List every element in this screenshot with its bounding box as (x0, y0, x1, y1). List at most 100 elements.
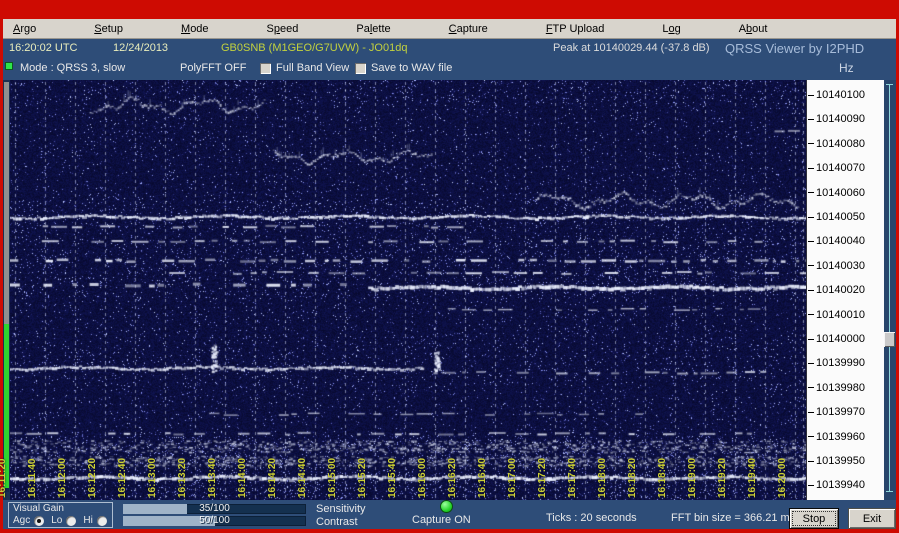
freq-label: 10140060 (816, 187, 865, 199)
visual-gain-radios: Agc Lo Hi (13, 515, 110, 526)
frequency-scale: 10140100 10140090 10140080 10140070 10140060… (806, 80, 884, 500)
freq-label-row: 10139970 (808, 405, 882, 419)
freq-label-row: 10140040 (808, 234, 882, 248)
station-callsign: GB0SNB (M1GEO/G7UVW) - JO01dq (221, 42, 407, 54)
freq-tick-mark (808, 168, 814, 169)
freq-tick-mark (808, 290, 814, 291)
radio-label-agc: Agc (13, 515, 30, 526)
mode-bar: Mode : QRSS 3, slow PolyFFT OFF Full Ban… (3, 58, 896, 80)
freq-label: 10139960 (816, 431, 865, 443)
visual-gain-title: Visual Gain (13, 503, 64, 514)
menu-item-log[interactable]: Log (652, 21, 690, 37)
full-band-view-checkbox[interactable] (260, 63, 271, 74)
contrast-label: Contrast (316, 516, 358, 528)
argo-qrss-viewer-window: Argo Setup Mode Speed Palette Capture FTP Uplo… (0, 0, 899, 533)
freq-tick-mark (808, 461, 814, 462)
freq-tick-mark (808, 192, 814, 193)
freq-tick-mark (808, 412, 814, 413)
status-bar: 16:20:02 UTC 12/24/2013 GB0SNB (M1GEO/G7… (3, 39, 896, 58)
freq-tick-mark (808, 485, 814, 486)
freq-label-row: 10140010 (808, 308, 882, 322)
freq-label-row: 10140100 (808, 88, 882, 102)
freq-label-row: 10140020 (808, 283, 882, 297)
freq-tick-mark (808, 143, 814, 144)
freq-label-row: 10139990 (808, 356, 882, 370)
freq-tick-mark (808, 436, 814, 437)
sensitivity-slider[interactable]: 35/100 (123, 504, 306, 514)
freq-tick-mark (808, 95, 814, 96)
radio-agc[interactable] (34, 516, 44, 526)
date-text: 12/24/2013 (113, 42, 168, 54)
sensitivity-value: 35/100 (123, 503, 306, 514)
capture-led-icon (440, 500, 453, 513)
menu-item-capture[interactable]: Capture (439, 21, 498, 37)
freq-label: 10139990 (816, 357, 865, 369)
main-area: 16:11:2016:11:4016:12:0016:12:2016:12:40… (3, 80, 896, 500)
mode-text: Mode : QRSS 3, slow (20, 62, 125, 74)
freq-label-row: 10139980 (808, 381, 882, 395)
freq-tick-mark (808, 387, 814, 388)
freq-tick-mark (808, 265, 814, 266)
freq-label: 10140100 (816, 89, 865, 101)
menu-item-argo[interactable]: Argo (3, 21, 46, 37)
spectrogram-canvas[interactable] (10, 80, 806, 500)
freq-label-row: 10140060 (808, 186, 882, 200)
exit-button[interactable]: Exit (848, 508, 896, 529)
menu-item-setup[interactable]: Setup (84, 21, 133, 37)
capture-status: Capture ON (412, 514, 471, 526)
freq-label: 10140030 (816, 260, 865, 272)
level-indicator (4, 82, 9, 492)
sensitivity-label: Sensitivity (316, 503, 366, 515)
frequency-scrollbar (884, 80, 896, 500)
freq-label: 10140040 (816, 235, 865, 247)
level-indicator-gray (4, 82, 9, 324)
menubar: Argo Setup Mode Speed Palette Capture FTP Uplo… (3, 19, 896, 39)
freq-label-row: 10139950 (808, 454, 882, 468)
visual-gain-groupbox: Visual Gain Agc Lo Hi (8, 502, 113, 528)
freq-label-row: 10139960 (808, 430, 882, 444)
freq-tick-mark (808, 339, 814, 340)
freq-label-row: 10139940 (808, 478, 882, 492)
peak-readout: Peak at 10140029.44 (-37.8 dB) (553, 42, 710, 54)
freq-label: 10140080 (816, 138, 865, 150)
contrast-value: 50/100 (123, 515, 306, 526)
contrast-slider[interactable]: 50/100 (123, 516, 306, 526)
freq-tick-mark (808, 241, 814, 242)
ticks-info: Ticks : 20 seconds (546, 512, 637, 524)
save-to-wav-label: Save to WAV file (371, 62, 452, 74)
freq-label-row: 10140030 (808, 259, 882, 273)
freq-label: 10139970 (816, 406, 865, 418)
app-title: QRSS Viewer by I2PHD (725, 41, 864, 56)
control-bar: Visual Gain Agc Lo Hi 35/100 50/100 Sensit… (3, 500, 896, 529)
menu-item-speed[interactable]: Speed (257, 21, 309, 37)
freq-tick-mark (808, 217, 814, 218)
freq-label: 10139940 (816, 479, 865, 491)
freq-label: 10139950 (816, 455, 865, 467)
fft-bin-info: FFT bin size = 366.21 mHz (671, 512, 803, 524)
level-indicator-green (4, 324, 9, 488)
radio-lo[interactable] (66, 516, 76, 526)
menu-item-palette[interactable]: Palette (346, 21, 400, 37)
radio-hi[interactable] (97, 516, 107, 526)
menu-item-mode[interactable]: Mode (171, 21, 219, 37)
freq-label-row: 10140000 (808, 332, 882, 346)
freq-tick-mark (808, 363, 814, 364)
freq-label: 10139980 (816, 382, 865, 394)
full-band-view-label: Full Band View (276, 62, 349, 74)
radio-label-lo: Lo (51, 515, 62, 526)
freq-label: 10140050 (816, 211, 865, 223)
menu-item-about[interactable]: About (729, 21, 778, 37)
scrollbar-thumb[interactable] (884, 332, 895, 347)
scrollbar-track[interactable] (889, 84, 890, 492)
radio-label-hi: Hi (83, 515, 92, 526)
polyfft-status[interactable]: PolyFFT OFF (180, 62, 246, 74)
freq-label: 10140000 (816, 333, 865, 345)
freq-label-row: 10140090 (808, 112, 882, 126)
freq-label: 10140020 (816, 284, 865, 296)
save-to-wav-checkbox[interactable] (355, 63, 366, 74)
utc-time: 16:20:02 UTC (9, 42, 77, 54)
menu-item-ftp-upload[interactable]: FTP Upload (536, 21, 615, 37)
stop-button[interactable]: Stop (789, 508, 839, 529)
freq-label-row: 10140070 (808, 161, 882, 175)
freq-label: 10140070 (816, 162, 865, 174)
